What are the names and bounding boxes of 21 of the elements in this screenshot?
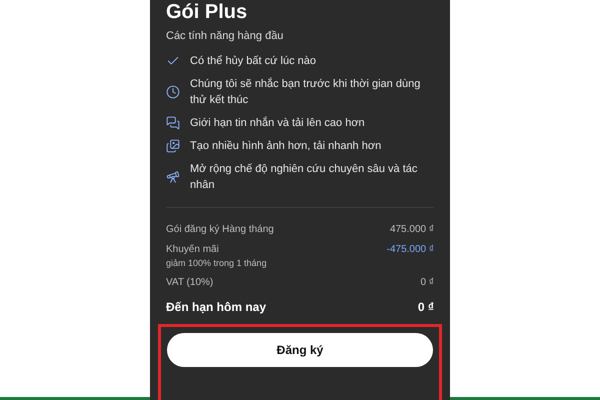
plan-title: Gói Plus xyxy=(166,0,248,24)
price-amount: 0 ₫ xyxy=(420,276,434,290)
price-label: VAT (10%) xyxy=(166,276,214,290)
subscribe-button[interactable]: Đăng ký xyxy=(167,333,433,367)
clock-icon xyxy=(166,84,180,98)
total-label: Đến hạn hôm nay xyxy=(166,299,266,316)
price-label: Gói đăng ký Hàng tháng xyxy=(166,222,274,236)
price-note: giảm 100% trong 1 tháng xyxy=(166,256,267,270)
feature-text: Giới hạn tin nhắn và tải lên cao hơn xyxy=(190,116,365,130)
price-amount: -475.000 ₫ xyxy=(386,242,434,256)
images-icon xyxy=(166,138,180,152)
feature-text: Tạo nhiều hình ảnh hơn, tải nhanh hơn xyxy=(190,138,382,154)
total-amount: 0 ₫ xyxy=(418,299,434,316)
chat-bubbles-icon xyxy=(166,116,180,130)
feature-text: Mở rộng chế độ nghiên cứu chuyên sâu và tác nhân xyxy=(190,162,418,192)
price-label: Khuyến mãi xyxy=(166,242,220,256)
price-amount: 475.000 ₫ xyxy=(390,222,434,236)
features-heading: Các tính năng hàng đầu xyxy=(166,29,284,44)
telescope-icon xyxy=(166,170,180,184)
feature-text: Chúng tôi sẽ nhắc bạn trước khi thời gian dùng thử kết thúc xyxy=(190,76,422,108)
feature-text: Có thể hủy bất cứ lúc nào xyxy=(190,54,316,68)
